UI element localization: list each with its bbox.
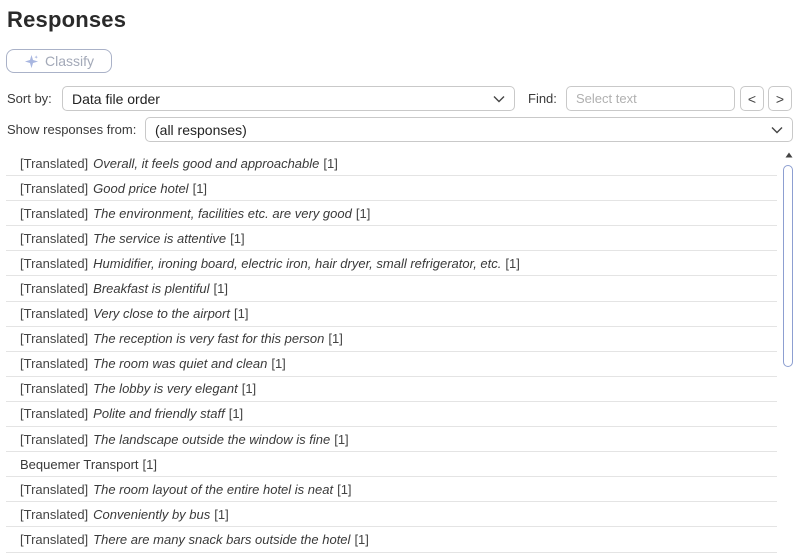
response-count: [1] <box>214 506 229 522</box>
translated-tag: [Translated] <box>20 255 89 271</box>
response-text: The room was quiet and clean <box>93 356 268 372</box>
find-label: Find: <box>528 91 557 106</box>
response-count: [1] <box>334 431 349 447</box>
response-text: Polite and friendly staff <box>93 406 225 422</box>
response-count: [1] <box>230 230 245 246</box>
response-text: Humidifier, ironing board, electric iron… <box>93 255 502 271</box>
translated-tag: [Translated] <box>20 230 89 246</box>
find-previous-button[interactable]: < <box>740 86 764 111</box>
response-count: [1] <box>241 381 257 397</box>
response-row[interactable]: [Translated] There are many snack bars ou… <box>6 527 777 553</box>
page-title: Responses <box>7 7 127 32</box>
sort-label: Sort by: <box>7 91 52 106</box>
response-count: [1] <box>323 155 338 171</box>
translated-tag: [Translated] <box>20 155 89 171</box>
response-row[interactable]: [Translated] The service is attentive [1] <box>6 226 777 252</box>
response-text: The environment, facilities etc. are ver… <box>93 205 352 221</box>
response-count: [1] <box>271 356 286 372</box>
chevron-down-icon <box>493 95 505 102</box>
filter-label: Show responses from: <box>7 122 137 137</box>
translated-tag: [Translated] <box>20 431 89 447</box>
response-row[interactable]: [Translated] The room layout of the entir… <box>6 477 777 503</box>
translated-tag: [Translated] <box>20 531 89 547</box>
response-row[interactable]: [Translated] The room was quiet and clean… <box>6 352 777 377</box>
translated-tag: [Translated] <box>20 406 89 422</box>
response-row[interactable]: [Translated] The landscape outside the wi… <box>6 427 777 453</box>
response-count: [1] <box>233 306 249 322</box>
response-count: [1] <box>505 255 520 271</box>
response-text: The room layout of the entire hotel is n… <box>93 481 334 497</box>
translated-tag: [Translated] <box>20 306 89 322</box>
translated-tag: [Translated] <box>20 381 89 397</box>
response-row[interactable]: [Translated] Humidifier, ironing board, e… <box>6 251 777 277</box>
response-text: Conveniently by bus <box>93 506 211 522</box>
translated-tag: [Translated] <box>20 331 89 347</box>
response-row[interactable]: [Translated] The environment, facilities … <box>6 201 777 227</box>
scroll-up-arrow-icon[interactable] <box>785 152 793 158</box>
translated-tag: [Translated] <box>20 481 89 497</box>
find-next-button[interactable]: > <box>768 86 792 111</box>
response-count: [1] <box>228 406 244 422</box>
translated-tag: [Translated] <box>20 205 89 221</box>
filter-value: (all responses) <box>155 121 247 138</box>
translated-tag: [Translated] <box>20 506 89 522</box>
response-row[interactable]: [Translated] Conveniently by bus [1] <box>6 502 777 528</box>
response-row[interactable]: [Translated] Overall, it feels good and a… <box>6 151 777 177</box>
response-text: The landscape outside the window is fine <box>93 431 331 447</box>
response-text: Very close to the airport <box>93 306 230 322</box>
response-row[interactable]: [Translated] Breakfast is plentiful [1] <box>6 276 777 302</box>
response-row[interactable]: [Translated] Very close to the airport [1] <box>6 302 777 327</box>
response-text: The reception is very fast for this pers… <box>93 331 325 347</box>
response-count: [1] <box>213 281 228 297</box>
sparkle-icon <box>24 54 39 68</box>
translated-tag: [Translated] <box>20 281 89 297</box>
response-count: [1] <box>328 331 343 347</box>
find-input[interactable] <box>566 86 735 111</box>
response-text: The lobby is very elegant <box>93 381 238 397</box>
response-count: [1] <box>354 531 369 547</box>
filter-select[interactable]: (all responses) <box>145 117 793 142</box>
chevron-down-icon <box>771 126 783 133</box>
response-text: Breakfast is plentiful <box>93 281 210 297</box>
scrollbar-thumb[interactable] <box>783 165 793 367</box>
response-count: [1] <box>337 481 352 497</box>
sort-value: Data file order <box>72 90 160 107</box>
response-row[interactable]: [Translated] Polite and friendly staff [1] <box>6 402 777 428</box>
response-text: Bequemer Transport <box>20 456 139 472</box>
classify-label: Classify <box>44 53 94 69</box>
response-count: [1] <box>142 456 157 472</box>
sort-select[interactable]: Data file order <box>62 86 515 111</box>
response-row[interactable]: [Translated] The lobby is very elegant [1] <box>6 377 777 402</box>
translated-tag: [Translated] <box>20 180 89 196</box>
response-text: There are many snack bars outside the ho… <box>93 531 351 547</box>
translated-tag: [Translated] <box>20 356 89 372</box>
response-row[interactable]: Bequemer Transport [1] <box>6 452 777 478</box>
response-text: Overall, it feels good and approachable <box>93 155 320 171</box>
response-count: [1] <box>192 180 208 196</box>
classify-button[interactable]: Classify <box>6 49 112 73</box>
response-row[interactable]: [Translated] Good price hotel [1] <box>6 176 777 202</box>
response-list[interactable]: [Translated] Overall, it feels good and a… <box>6 151 777 553</box>
response-text: Good price hotel <box>93 180 189 196</box>
response-count: [1] <box>355 205 371 221</box>
response-text: The service is attentive <box>93 230 227 246</box>
response-row[interactable]: [Translated] The reception is very fast f… <box>6 327 777 352</box>
